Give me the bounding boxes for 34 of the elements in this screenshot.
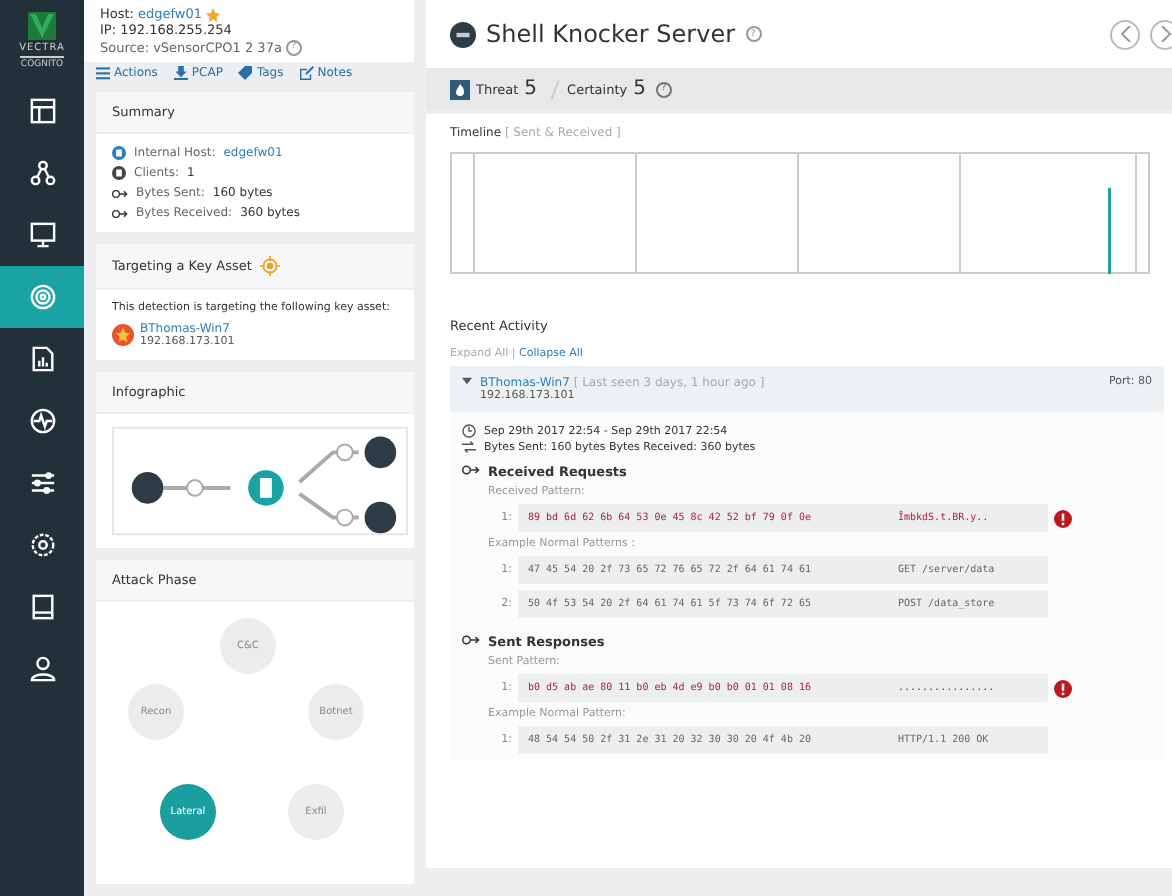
user-icon (29, 656, 55, 682)
detection-icon (450, 21, 476, 47)
next-button[interactable] (1150, 19, 1172, 49)
book-icon (29, 594, 55, 620)
caret-icon[interactable] (462, 376, 472, 386)
chevron-left-icon (1119, 26, 1131, 42)
note-icon (299, 66, 314, 81)
alert-icon (1054, 679, 1072, 697)
settings-icon (29, 532, 55, 558)
arrow-icon (462, 464, 480, 476)
detection-title: Shell Knocker Server (486, 20, 736, 48)
host-icon (29, 222, 55, 248)
report-icon (29, 346, 55, 372)
target-icon (259, 256, 280, 277)
host-icon (112, 166, 126, 181)
logo-icon (28, 11, 56, 39)
clock-icon (462, 424, 476, 438)
threat-score: 5 (524, 78, 538, 100)
dashboard-icon (29, 98, 55, 124)
health-icon (29, 408, 55, 434)
filters-icon (29, 470, 55, 496)
download-icon (173, 66, 188, 81)
alert-icon (1054, 509, 1072, 527)
transfer-icon (462, 440, 476, 454)
detection-icon (29, 284, 55, 310)
menu-icon (96, 66, 110, 81)
network-icon (29, 160, 55, 186)
chevron-right-icon (1159, 26, 1171, 42)
host-icon (112, 146, 126, 161)
arrow-icon (462, 634, 480, 646)
arrow-icon (112, 187, 128, 200)
certainty-score: 5 (633, 78, 646, 100)
arrow-icon (112, 207, 128, 220)
key-asset-icon (112, 324, 134, 347)
